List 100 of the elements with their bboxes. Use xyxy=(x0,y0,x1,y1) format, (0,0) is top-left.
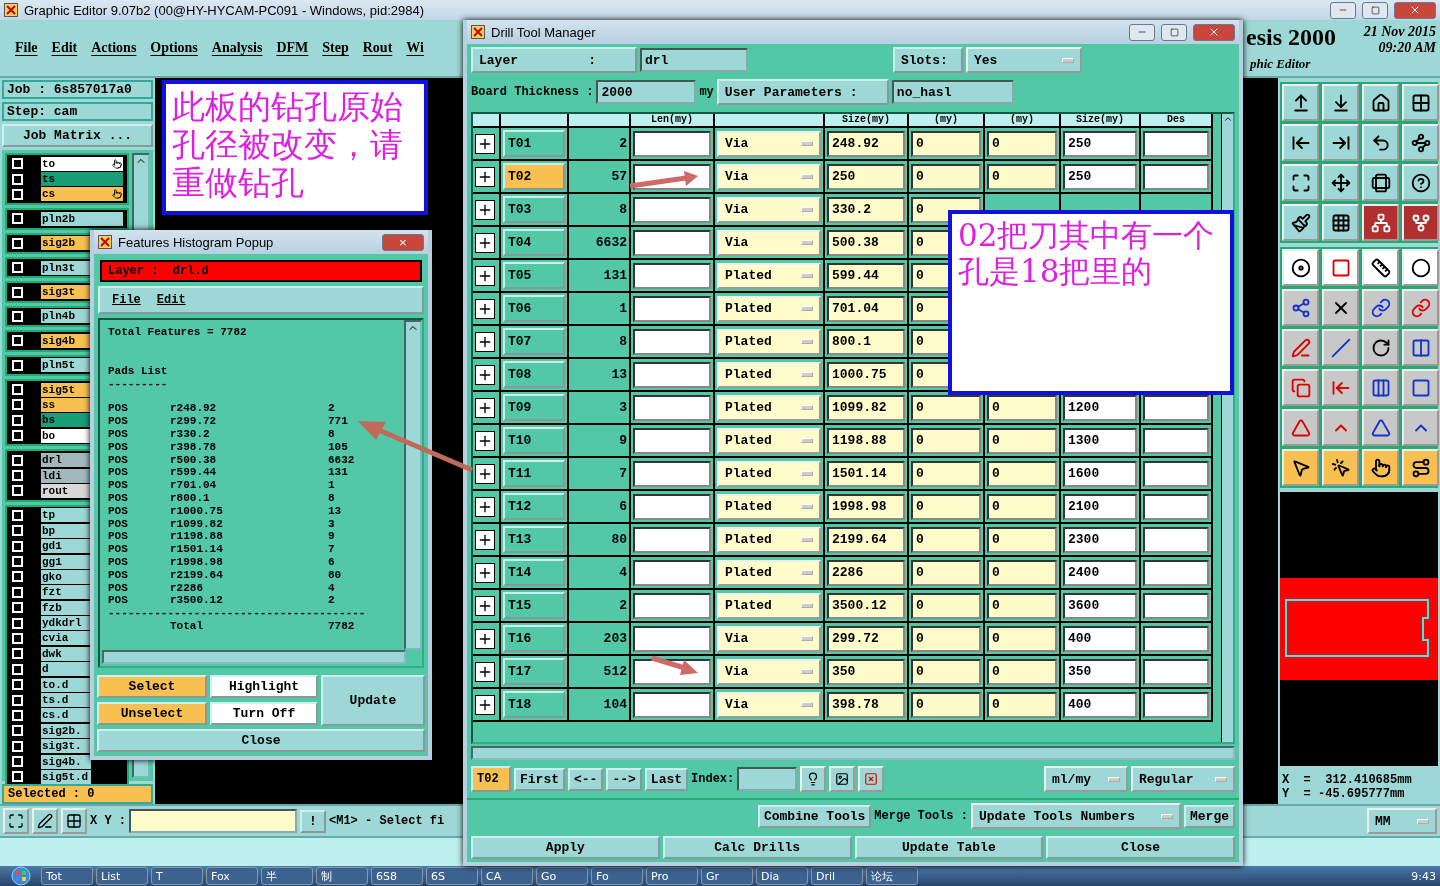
expand-button[interactable] xyxy=(475,331,495,352)
tool-name[interactable]: T04 xyxy=(503,229,565,256)
tool-button[interactable] xyxy=(1322,449,1359,486)
expand-button[interactable] xyxy=(475,199,495,220)
size-field[interactable]: 330.2 xyxy=(827,196,905,223)
value-field[interactable]: 0 xyxy=(911,658,981,685)
menu-item[interactable]: Wi xyxy=(399,40,431,56)
taskbar-button[interactable]: Dia xyxy=(756,867,808,885)
type-dropdown[interactable]: Plated xyxy=(717,295,821,322)
expand-button[interactable] xyxy=(475,694,495,715)
taskbar-button[interactable]: 6S8 xyxy=(371,867,423,885)
layer-name[interactable]: ts.d xyxy=(41,693,91,707)
layer-name[interactable]: cvia xyxy=(41,631,91,646)
size-field[interactable]: 800.1 xyxy=(827,328,905,355)
nav-button[interactable]: --> xyxy=(606,767,642,791)
maximize-button[interactable] xyxy=(1362,1,1388,19)
user-parameters-button[interactable]: User Parameters : xyxy=(716,79,889,105)
length-field[interactable] xyxy=(633,559,711,586)
layer-name[interactable]: bo xyxy=(41,428,91,443)
taskbar-button[interactable]: CA xyxy=(481,867,533,885)
layer-checkbox[interactable] xyxy=(12,485,23,497)
layer-checkbox[interactable] xyxy=(12,740,23,752)
length-field[interactable] xyxy=(633,361,711,388)
update-button[interactable]: Update xyxy=(321,675,425,726)
size-field[interactable]: 299.72 xyxy=(827,625,905,652)
tool-button[interactable] xyxy=(1362,204,1399,241)
tool-button[interactable] xyxy=(1322,84,1359,121)
tool-button[interactable] xyxy=(1402,449,1439,486)
action-button[interactable]: Calc Drills xyxy=(662,835,852,859)
length-field[interactable] xyxy=(633,328,711,355)
minimize-button[interactable] xyxy=(1330,1,1356,19)
description-field[interactable] xyxy=(1143,163,1209,190)
layer-name[interactable]: cs xyxy=(41,187,123,202)
size-field[interactable]: 701.04 xyxy=(827,295,905,322)
layer-name[interactable]: pln4b xyxy=(41,309,91,324)
close-button[interactable] xyxy=(1193,23,1235,41)
finish-size-field[interactable]: 400 xyxy=(1063,691,1137,718)
layer-name[interactable]: sig3t xyxy=(41,285,91,300)
tool-button[interactable] xyxy=(1362,289,1399,326)
layer-name[interactable]: sig2b xyxy=(41,236,91,251)
tool-button[interactable] xyxy=(1402,84,1439,121)
taskbar-button[interactable]: Gr xyxy=(701,867,753,885)
tool-button[interactable] xyxy=(1362,329,1399,366)
type-dropdown[interactable]: Plated xyxy=(717,394,821,421)
alert-button[interactable]: ! xyxy=(300,809,326,833)
type-dropdown[interactable]: Plated xyxy=(717,592,821,619)
tool-button[interactable] xyxy=(1402,369,1439,406)
taskbar-button[interactable]: List xyxy=(96,867,148,885)
type-dropdown[interactable]: Via xyxy=(717,658,821,685)
type-dropdown[interactable]: Via xyxy=(717,691,821,718)
value-field[interactable]: 0 xyxy=(987,592,1057,619)
minimize-button[interactable] xyxy=(1129,23,1155,41)
menu-item[interactable]: Actions xyxy=(84,40,144,56)
slots-dropdown[interactable]: Yes xyxy=(966,47,1082,73)
tool-button[interactable] xyxy=(3,808,29,834)
value-field[interactable]: 0 xyxy=(987,163,1057,190)
menu-item[interactable]: File xyxy=(112,293,141,307)
expand-button[interactable] xyxy=(475,529,495,550)
size-field[interactable]: 3500.12 xyxy=(827,592,905,619)
tool-button[interactable] xyxy=(1282,289,1319,326)
expand-button[interactable] xyxy=(475,166,495,187)
size-field[interactable]: 2286 xyxy=(827,559,905,586)
layer-checkbox[interactable] xyxy=(12,310,23,322)
finish-size-field[interactable]: 2300 xyxy=(1063,526,1137,553)
layer-name[interactable]: sig5t xyxy=(41,382,91,397)
layer-checkbox[interactable] xyxy=(12,771,23,783)
tool-button[interactable] xyxy=(1322,204,1359,241)
size-field[interactable]: 1501.14 xyxy=(827,460,905,487)
select-button[interactable]: Select xyxy=(97,675,207,698)
type-dropdown[interactable]: Via xyxy=(717,163,821,190)
size-field[interactable]: 250 xyxy=(827,163,905,190)
layer-name[interactable]: tp xyxy=(41,508,91,523)
value-field[interactable]: 0 xyxy=(987,625,1057,652)
tool-button[interactable] xyxy=(1362,449,1399,486)
layer-name[interactable]: to.d xyxy=(41,677,91,692)
menu-item[interactable]: Edit xyxy=(156,293,186,307)
tool-button[interactable] xyxy=(1362,249,1399,286)
layer-name[interactable]: fzb xyxy=(41,600,91,615)
layer-checkbox[interactable] xyxy=(12,509,23,521)
length-field[interactable] xyxy=(633,526,711,553)
nav-button[interactable]: Last xyxy=(644,767,689,791)
finish-size-field[interactable]: 2100 xyxy=(1063,493,1137,520)
combine-tools-button[interactable]: Combine Tools xyxy=(757,804,872,828)
layer-name[interactable]: sig2b. xyxy=(41,723,91,738)
value-field[interactable]: 0 xyxy=(911,493,981,520)
type-dropdown[interactable]: Plated xyxy=(717,526,821,553)
tool-button[interactable] xyxy=(1362,84,1399,121)
taskbar-button[interactable]: Dril xyxy=(811,867,863,885)
layer-name[interactable]: dwk xyxy=(41,646,91,661)
tool-button[interactable] xyxy=(1322,164,1359,201)
length-field[interactable] xyxy=(633,229,711,256)
tool-button[interactable] xyxy=(1322,124,1359,161)
length-field[interactable] xyxy=(633,130,711,157)
expand-button[interactable] xyxy=(475,232,495,253)
length-field[interactable] xyxy=(633,460,711,487)
description-field[interactable] xyxy=(1143,427,1209,454)
mode-dropdown[interactable]: Regular xyxy=(1131,766,1235,792)
description-field[interactable] xyxy=(1143,526,1209,553)
layer-checkbox[interactable] xyxy=(12,430,23,442)
layer-checkbox[interactable] xyxy=(12,188,23,200)
